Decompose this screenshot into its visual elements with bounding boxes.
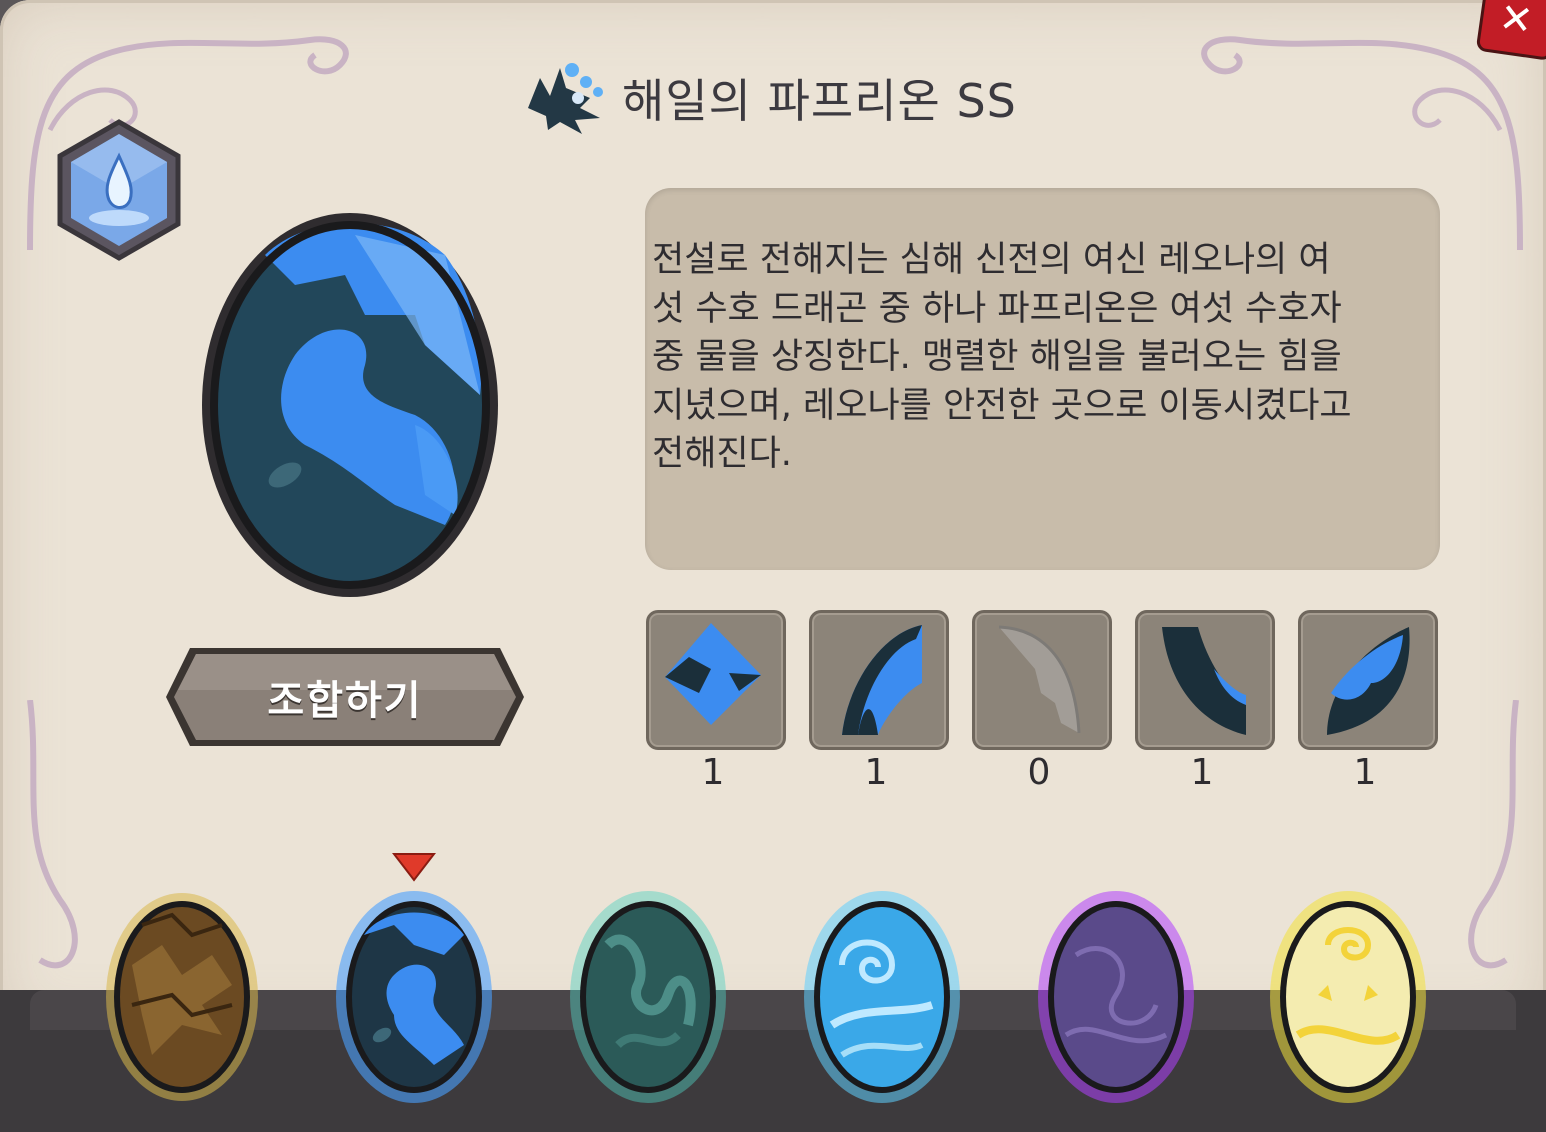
piece-count-2: 1	[864, 752, 888, 793]
close-button[interactable]: ✕	[1475, 0, 1546, 61]
side-ornament-right	[1468, 700, 1519, 969]
light-egg[interactable]	[1268, 885, 1428, 1105]
dragon-egg-preview	[202, 213, 498, 597]
egg-piece-top-right-icon	[998, 625, 1081, 734]
piece-count-3: 0	[1027, 752, 1051, 793]
egg-piece-slot-4[interactable]	[1135, 610, 1275, 750]
wind-egg[interactable]	[568, 885, 728, 1105]
egg-piece-center-icon	[665, 623, 761, 725]
egg-piece-slot-2[interactable]	[809, 610, 949, 750]
close-icon: ✕	[1496, 0, 1536, 45]
piece-count-1: 1	[701, 752, 725, 793]
egg-piece-slot-5[interactable]	[1298, 610, 1438, 750]
ice-egg[interactable]	[802, 885, 962, 1105]
combine-button[interactable]: 조합하기	[162, 644, 528, 750]
egg-piece-slot-1[interactable]	[646, 610, 786, 750]
water-egg[interactable]	[334, 885, 494, 1105]
piece-count-4: 1	[1190, 752, 1214, 793]
egg-piece-slot-3[interactable]	[972, 610, 1112, 750]
selected-indicator-icon	[392, 853, 436, 882]
egg-piece-top-left-icon	[842, 625, 922, 735]
dialog-title: 해일의 파프리온 SS	[520, 58, 1017, 138]
egg-piece-bottom-left-icon	[1162, 627, 1246, 735]
dark-egg[interactable]	[1036, 885, 1196, 1105]
water-drop-icon	[57, 119, 181, 261]
egg-piece-bottom-right-icon	[1327, 627, 1410, 735]
page-title: 해일의 파프리온 SS	[622, 74, 1017, 128]
description-text: 전설로 전해지는 심해 신전의 여신 레오나의 여 섯 수호 드래곤 중 하나 …	[652, 240, 1352, 474]
piece-count-5: 1	[1353, 752, 1377, 793]
dragon-crest-icon	[528, 63, 603, 134]
earth-egg[interactable]	[102, 885, 262, 1105]
